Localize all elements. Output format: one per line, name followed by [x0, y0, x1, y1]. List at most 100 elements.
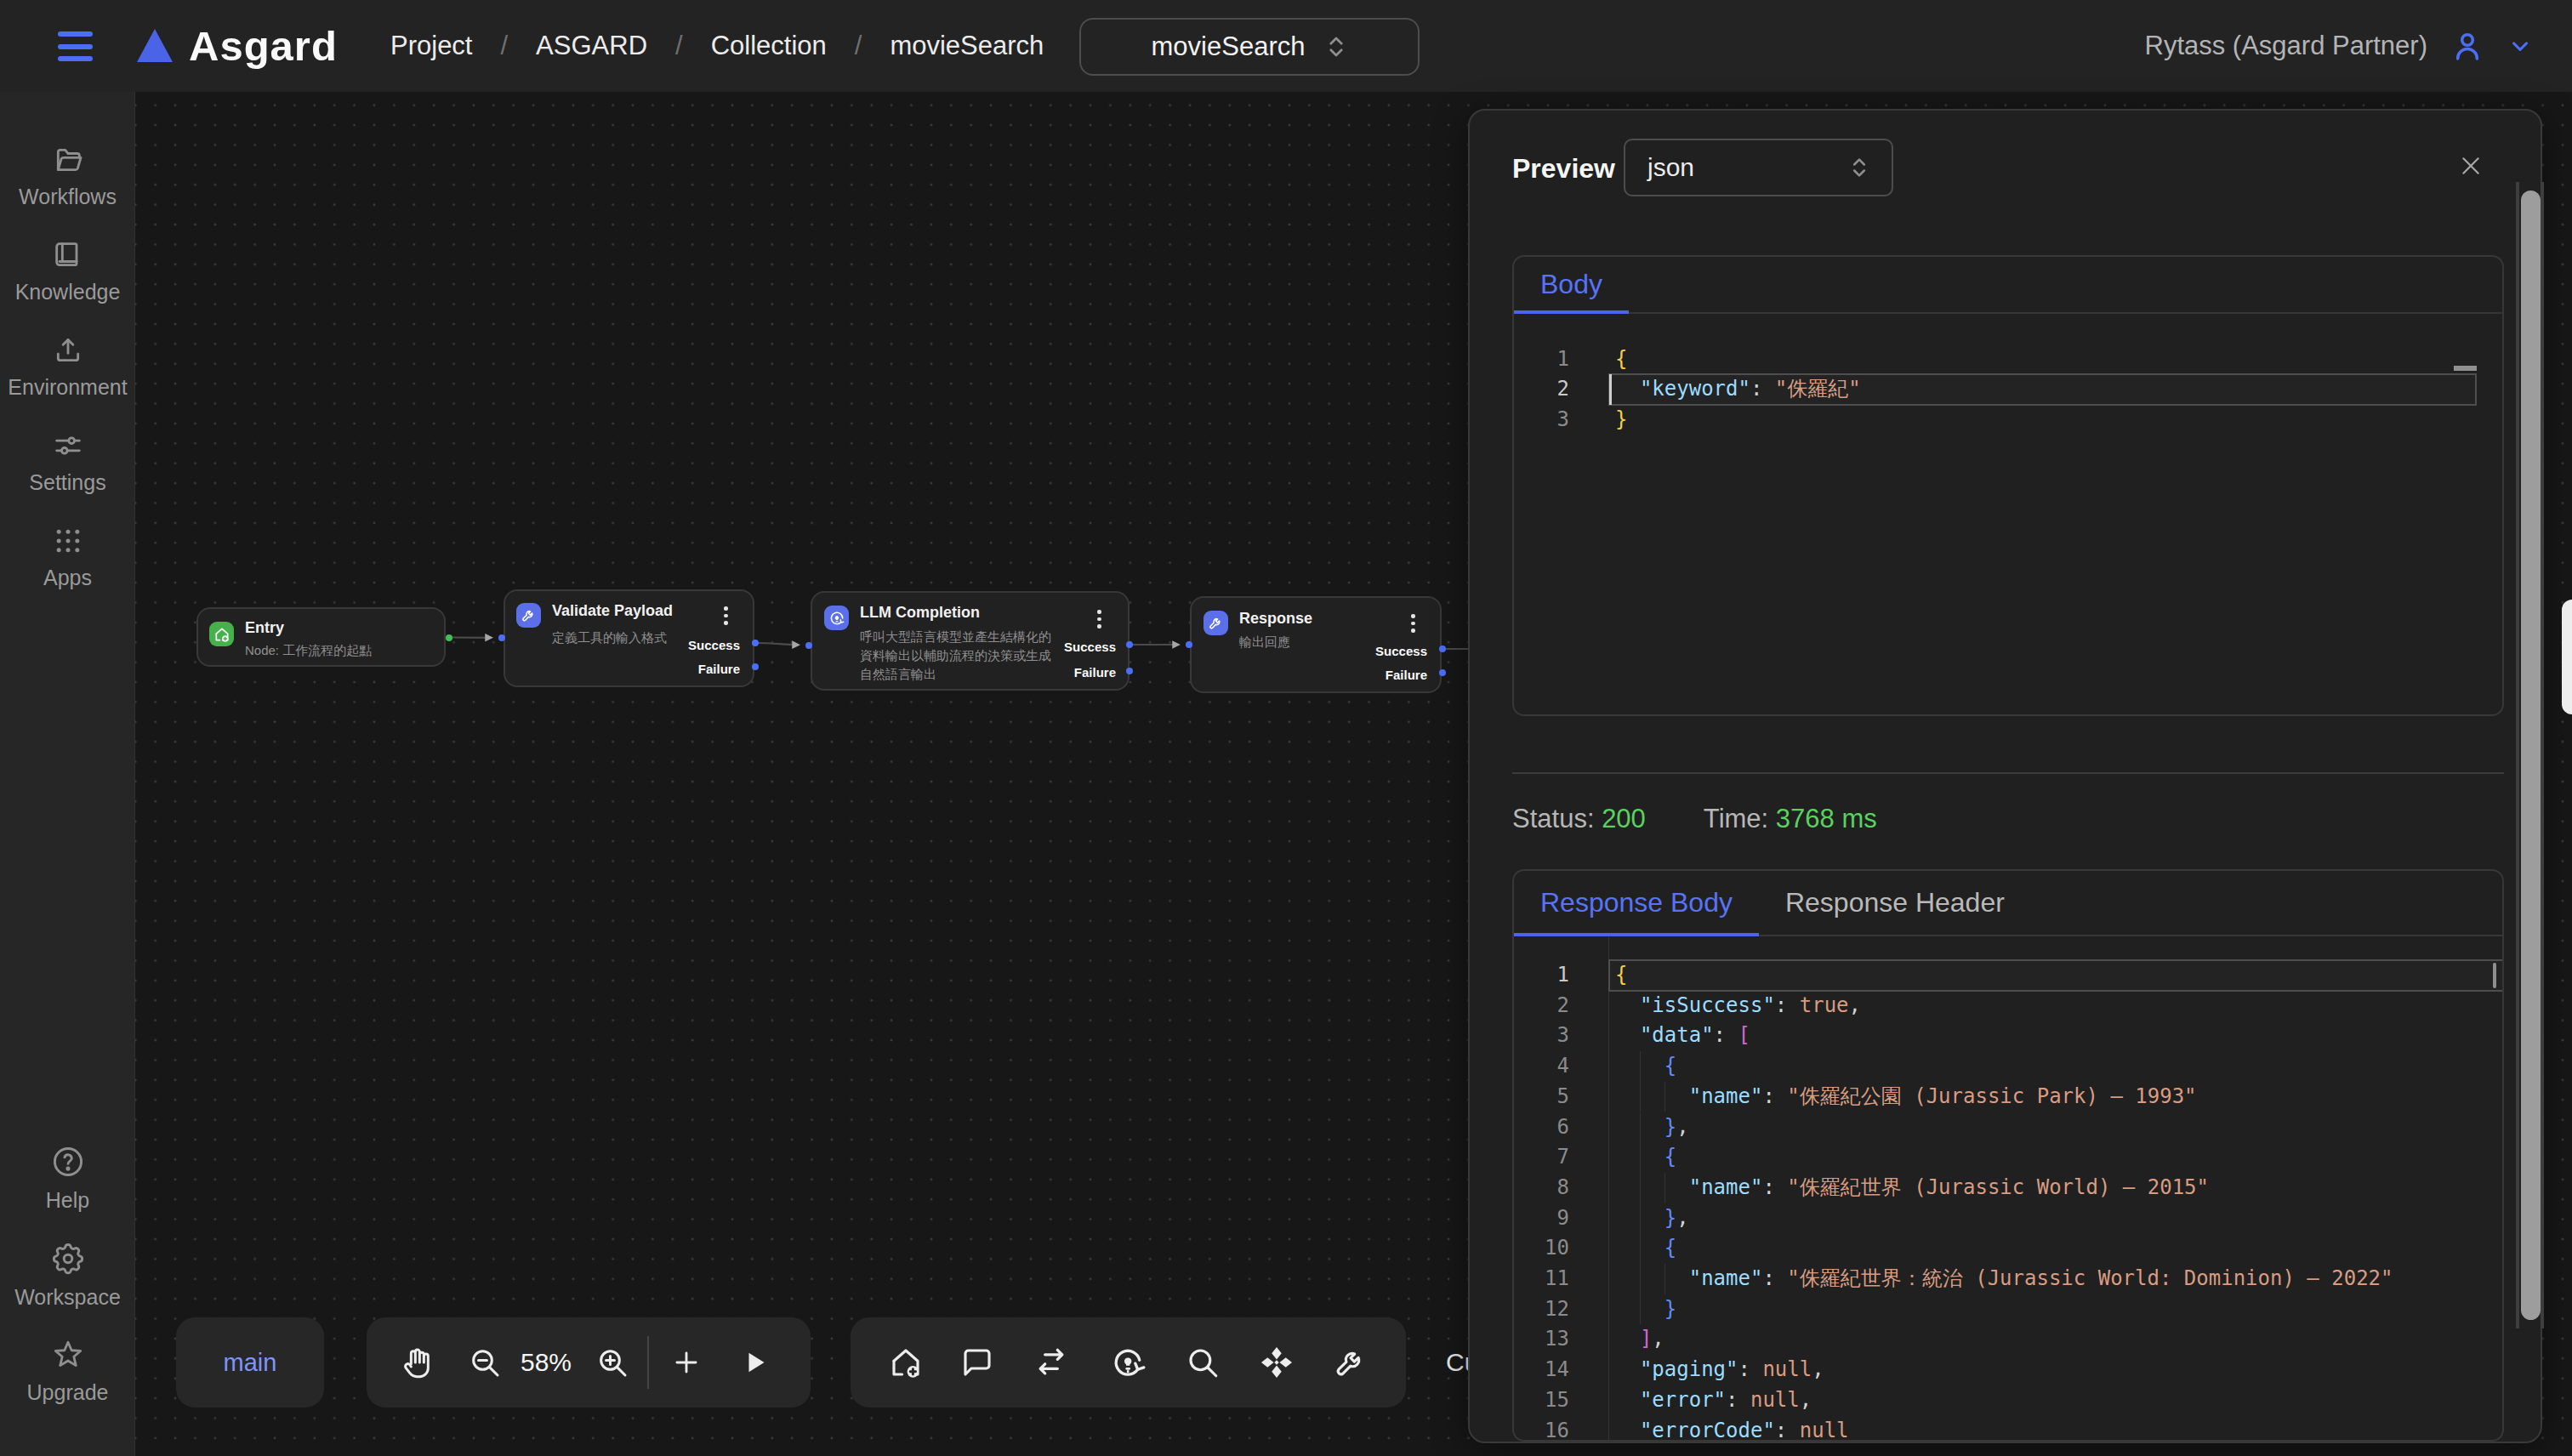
node-validate-payload[interactable]: Validate Payload 定義工具的輸入格式 Success Failu…	[504, 589, 754, 687]
node-menu-kebab[interactable]	[1097, 610, 1102, 628]
hamburger-menu-icon[interactable]	[58, 31, 93, 61]
node-title: LLM Completion	[860, 604, 980, 622]
branch-button[interactable]: main	[176, 1317, 324, 1408]
editor-scrollbar-thumb[interactable]	[2493, 963, 2496, 988]
port-validate-failure[interactable]	[752, 663, 759, 670]
line-number: 15	[1514, 1385, 1569, 1416]
code-line: 8 "name": "侏羅紀世界 (Jurassic World) – 2015…	[1514, 1173, 2502, 1203]
line-number: 1	[1514, 344, 1569, 375]
breadcrumb: Project/ASGARD/Collection/movieSearch	[390, 0, 1044, 92]
node-subtitle: Node: 工作流程的起點	[245, 641, 436, 660]
user-menu[interactable]: Rytass (Asgard Partner)	[2145, 0, 2534, 92]
node-llm-completion[interactable]: LLM Completion 呼叫大型語言模型並產生結構化的資料輸出以輔助流程的…	[811, 591, 1130, 691]
status-label: Status:	[1512, 804, 1595, 834]
wrench-icon	[516, 603, 541, 628]
search-icon[interactable]	[1185, 1345, 1221, 1380]
port-validate-in[interactable]	[498, 634, 505, 641]
sidebar-item-label: Help	[46, 1188, 89, 1213]
code-line: 5 "name": "侏羅紀公園 (Jurassic Park) – 1993"	[1514, 1082, 2502, 1112]
code-line: 6 },	[1514, 1112, 2502, 1143]
close-icon[interactable]	[2460, 155, 2482, 177]
sidebar-item-environment[interactable]: Environment	[0, 333, 135, 400]
port-llm-success[interactable]	[1126, 641, 1133, 648]
port-label-success: Success	[1064, 640, 1116, 654]
current-line-highlight	[1608, 959, 2504, 992]
sidebar-item-workspace[interactable]: Workspace	[0, 1240, 135, 1310]
comment-icon[interactable]	[959, 1345, 995, 1380]
request-body-card: Body 1{2 "keyword": "侏羅紀"3}	[1512, 255, 2504, 716]
sidebar-nav: Workflows Knowledge Environment Settings App…	[0, 92, 135, 1456]
status-row: Status: 200 Time: 3768 ms	[1512, 804, 1877, 834]
workflow-select[interactable]: movieSearch	[1079, 18, 1420, 76]
port-validate-success[interactable]	[752, 640, 759, 646]
asgard-logo-text: Asgard	[189, 22, 338, 70]
sidebar-item-knowledge[interactable]: Knowledge	[0, 238, 135, 304]
zoom-out-icon[interactable]	[468, 1345, 502, 1379]
pan-hand-icon[interactable]	[400, 1345, 434, 1379]
port-label-success: Success	[1375, 644, 1427, 658]
port-llm-failure[interactable]	[1126, 668, 1133, 674]
fit-view-icon[interactable]	[1257, 1343, 1296, 1382]
tab-body[interactable]: Body	[1514, 257, 1629, 312]
breadcrumb-item-asgard[interactable]: ASGARD	[536, 31, 647, 61]
add-entry-home-icon[interactable]	[888, 1345, 924, 1380]
node-entry[interactable]: Entry Node: 工作流程的起點	[196, 607, 446, 667]
response-body-editor[interactable]: 1{2 "isSuccess": true,3 "data": [4 {5 "n…	[1514, 936, 2502, 1442]
code-line: 15 "error": null,	[1514, 1385, 2502, 1416]
sidebar-item-help[interactable]: Help	[0, 1143, 135, 1213]
time-value: 3768 ms	[1776, 804, 1877, 834]
book-icon	[51, 238, 85, 272]
tab-response-body[interactable]: Response Body	[1514, 871, 1759, 935]
branch-label: main	[224, 1349, 277, 1377]
node-menu-kebab[interactable]	[1411, 614, 1416, 633]
help-circle-icon	[49, 1143, 87, 1180]
current-line-highlight	[1608, 373, 2477, 406]
sidebar-item-settings[interactable]: Settings	[0, 429, 135, 495]
node-menu-kebab[interactable]	[724, 606, 729, 625]
workflow-select-value: movieSearch	[1152, 31, 1306, 62]
line-number: 4	[1514, 1051, 1569, 1082]
port-response-success[interactable]	[1439, 646, 1446, 652]
auto-layout-icon[interactable]	[1109, 1344, 1147, 1381]
swap-arrows-icon[interactable]	[1033, 1344, 1070, 1381]
code-line: 12 }	[1514, 1294, 2502, 1325]
preview-panel: Preview json Body 1{2 "keyword": "侏羅紀"3}…	[1468, 109, 2542, 1443]
format-select[interactable]: json	[1624, 139, 1893, 196]
response-card: Response BodyResponse Header 1{2 "isSucc…	[1512, 869, 2504, 1442]
line-number: 6	[1514, 1112, 1569, 1143]
run-play-icon[interactable]	[740, 1347, 771, 1378]
sidebar-item-upgrade[interactable]: Upgrade	[0, 1337, 135, 1405]
port-response-failure[interactable]	[1439, 669, 1446, 676]
code-line: 2 "isSuccess": true,	[1514, 991, 2502, 1021]
text-cursor	[1609, 374, 1612, 405]
port-response-in[interactable]	[1186, 641, 1192, 648]
breadcrumb-item-collection[interactable]: Collection	[711, 31, 827, 61]
port-entry-out[interactable]	[446, 634, 452, 641]
editor-scrollbar-thumb[interactable]	[2454, 366, 2477, 371]
zoom-in-icon[interactable]	[595, 1345, 629, 1379]
app-header: Asgard Project/ASGARD/Collection/movieSe…	[0, 0, 2572, 92]
breadcrumb-item-moviesearch[interactable]: movieSearch	[890, 31, 1044, 61]
code-line: 1{	[1514, 344, 2502, 375]
star-icon	[50, 1337, 86, 1373]
code-line: 14 "paging": null,	[1514, 1355, 2502, 1385]
sidebar-item-apps[interactable]: Apps	[0, 524, 135, 590]
format-select-value: json	[1647, 153, 1694, 182]
sidebar-item-label: Upgrade	[27, 1380, 109, 1405]
sidebar-item-workflows[interactable]: Workflows	[0, 143, 135, 209]
code-line: 3}	[1514, 405, 2502, 435]
breadcrumb-item-project[interactable]: Project	[390, 31, 472, 61]
node-response[interactable]: Response 輸出回應 Success Failure	[1190, 596, 1442, 693]
drawer-handle[interactable]	[2562, 600, 2572, 714]
line-number: 11	[1514, 1264, 1569, 1294]
folder-icon	[51, 143, 85, 177]
time-label: Time:	[1704, 804, 1768, 834]
tab-response-header[interactable]: Response Header	[1759, 871, 2031, 935]
wrench-tool-icon[interactable]	[1333, 1345, 1369, 1380]
add-node-icon[interactable]	[670, 1346, 703, 1379]
panel-scrollbar-thumb[interactable]	[2521, 191, 2541, 1320]
port-llm-in[interactable]	[805, 642, 812, 649]
chevron-updown-icon	[1325, 34, 1347, 60]
request-body-editor[interactable]: 1{2 "keyword": "侏羅紀"3}	[1514, 314, 2502, 716]
code-line: 16 "errorCode": null	[1514, 1416, 2502, 1442]
